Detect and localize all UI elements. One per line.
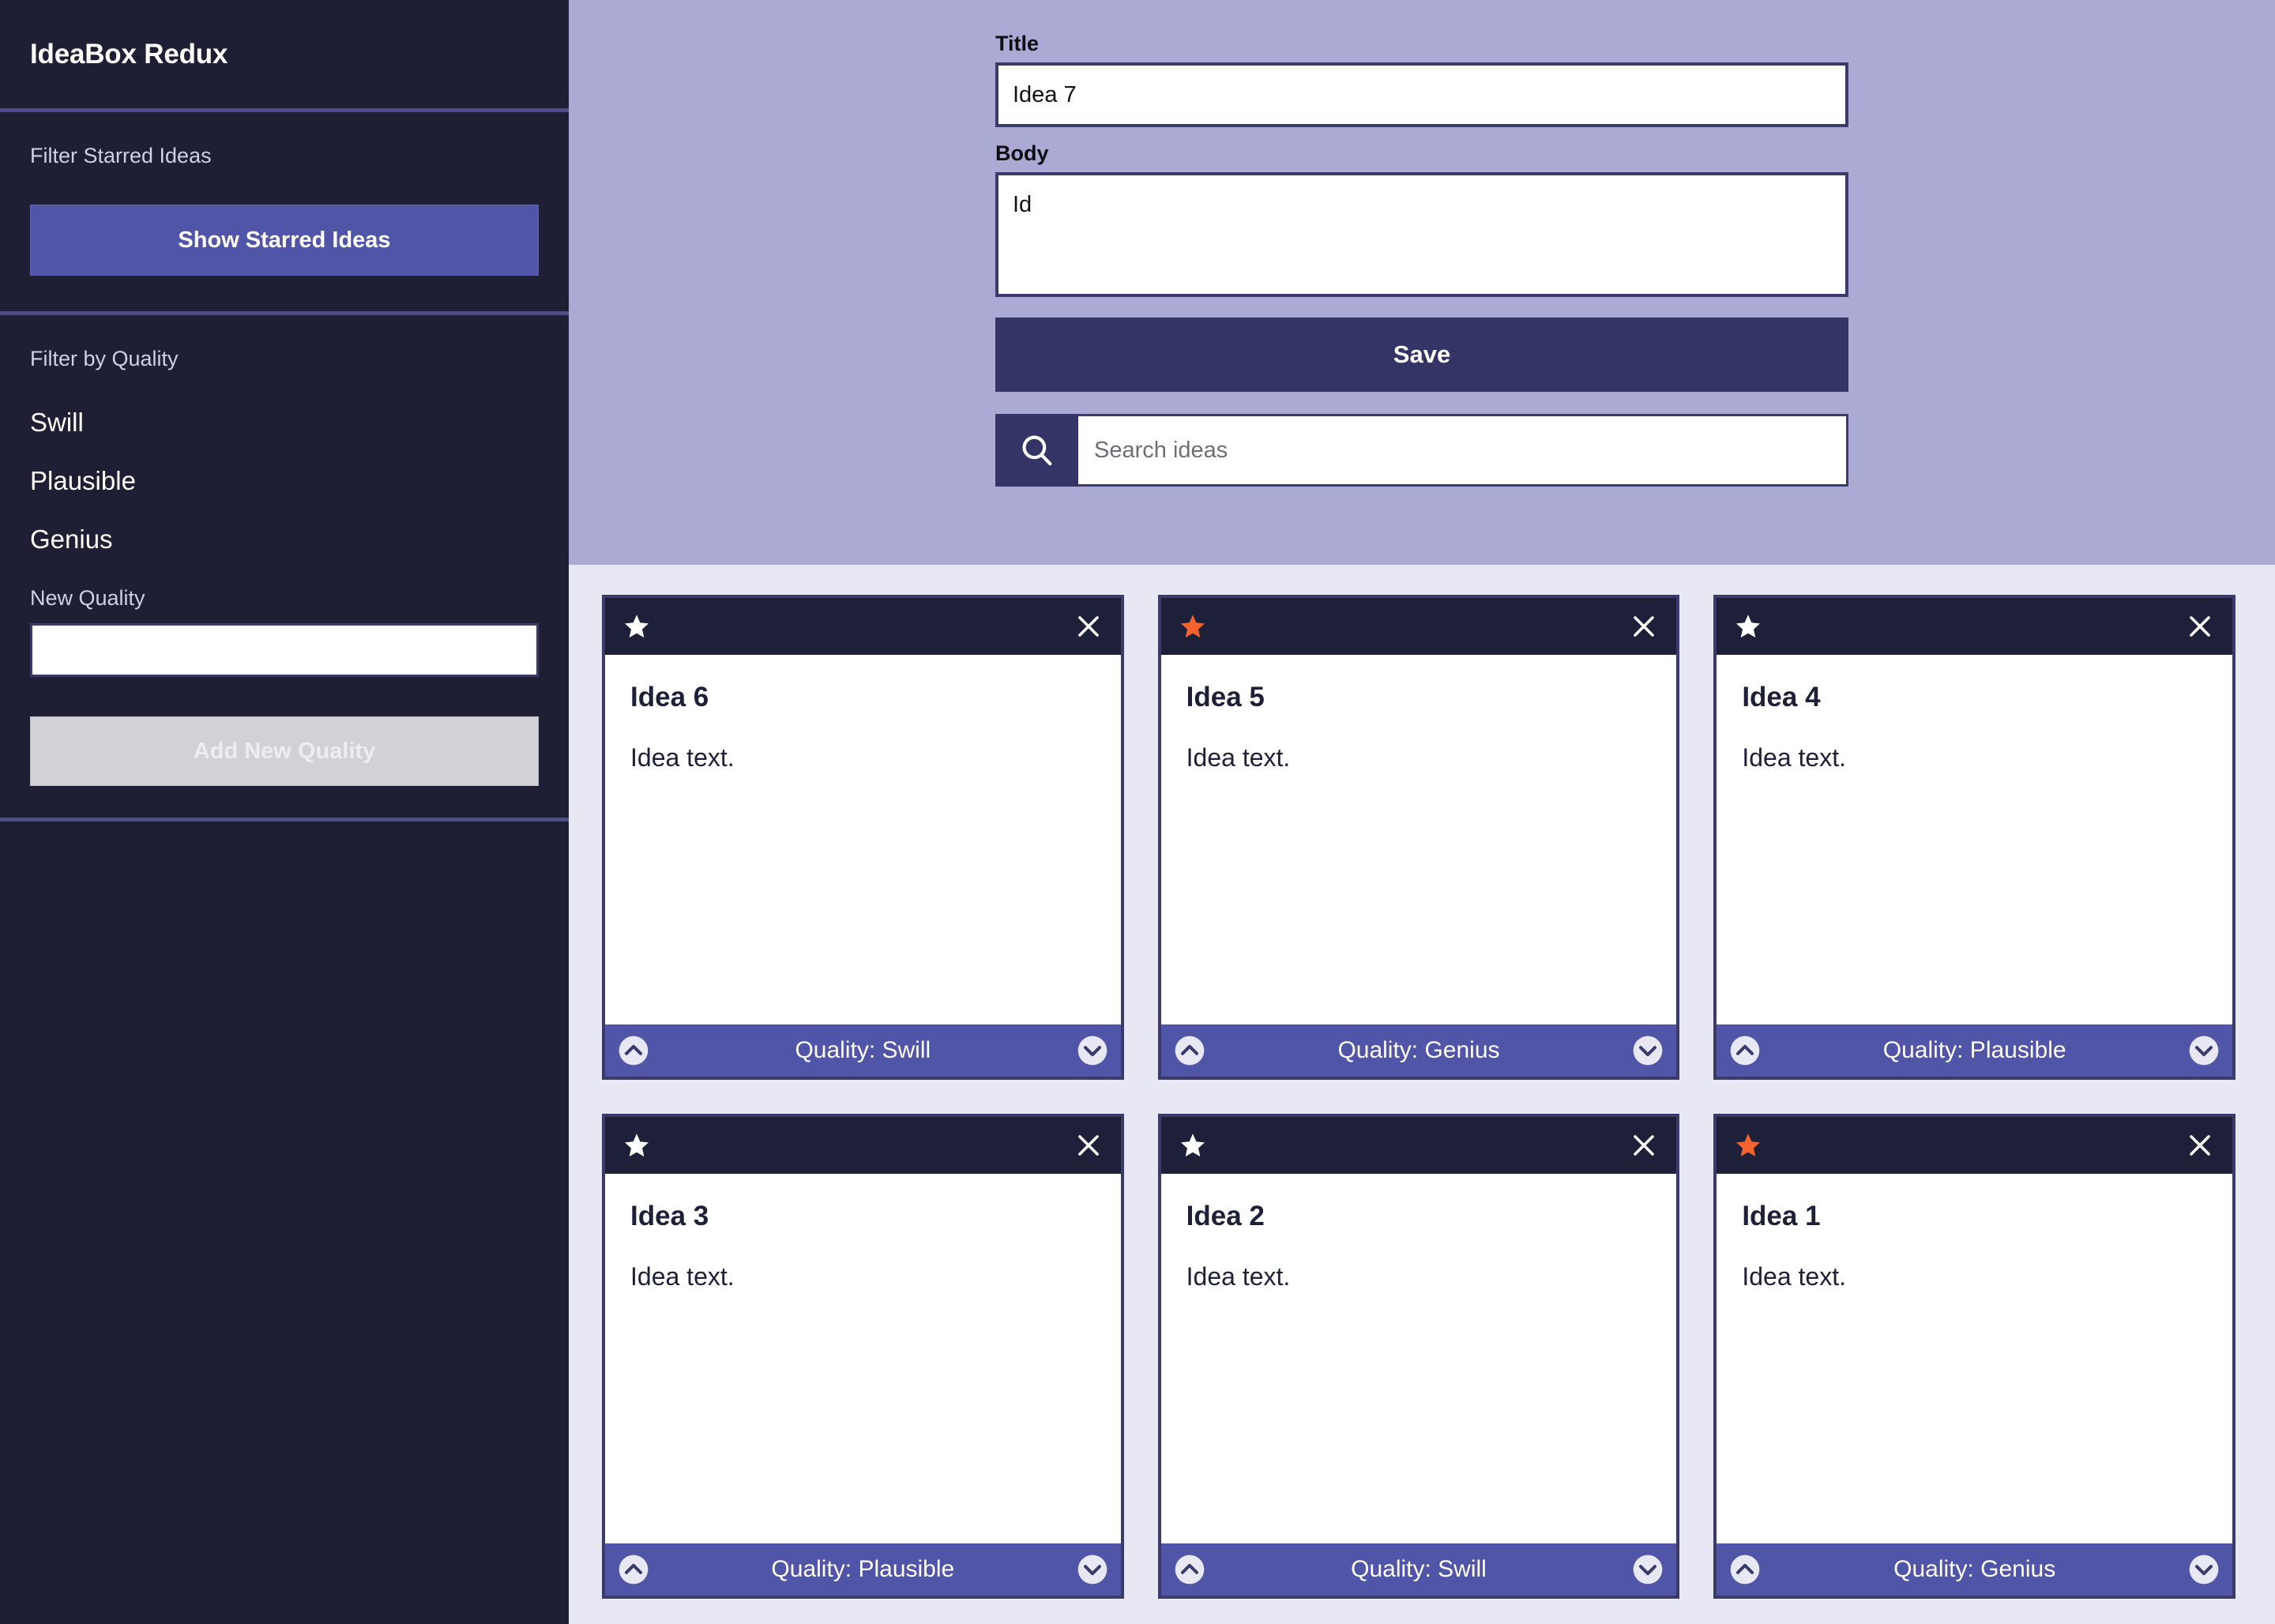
idea-quality-label: Quality: Genius (1893, 1556, 2056, 1582)
app-title: IdeaBox Redux (30, 38, 228, 70)
idea-card: Idea 4 Idea text. Quality: Plausible (1713, 595, 2236, 1080)
idea-text: Idea text. (630, 1262, 735, 1291)
idea-card-header (1717, 1117, 2232, 1174)
chevron-up-circle-icon[interactable] (1174, 1554, 1205, 1585)
idea-quality-label: Quality: Plausible (1882, 1037, 2066, 1063)
idea-quality-label: Quality: Plausible (771, 1556, 955, 1582)
idea-card-body: Idea 4 Idea text. (1717, 655, 2232, 1024)
idea-card: Idea 6 Idea text. Quality: Swill (602, 595, 1124, 1080)
idea-title: Idea 4 (1742, 682, 1821, 712)
idea-title: Idea 1 (1742, 1201, 1821, 1231)
main-region: Title Body Save (569, 0, 2275, 1624)
idea-card-body: Idea 5 Idea text. (1160, 655, 1677, 1024)
idea-card-header (605, 1117, 1121, 1174)
idea-title: Idea 2 (1186, 1201, 1265, 1231)
idea-card-footer: Quality: Plausible (1717, 1024, 2232, 1077)
quality-filter-list: Swill Plausible Genius (30, 393, 539, 569)
star-icon[interactable] (622, 612, 651, 641)
idea-form-panel: Title Body Save (569, 0, 2275, 565)
title-input[interactable] (995, 62, 1848, 127)
close-icon[interactable] (1629, 611, 1659, 641)
idea-card-footer: Quality: Swill (1160, 1543, 1677, 1596)
quality-filter-item-genius[interactable]: Genius (30, 510, 539, 569)
chevron-down-circle-icon[interactable] (1632, 1035, 1664, 1066)
new-quality-input[interactable] (30, 623, 539, 677)
idea-card-body: Idea 6 Idea text. (605, 655, 1121, 1024)
sidebar-section-starred: Filter Starred Ideas Show Starred Ideas (0, 112, 569, 315)
close-icon[interactable] (1074, 611, 1104, 641)
star-icon[interactable] (1734, 612, 1762, 641)
quality-filter-item-swill[interactable]: Swill (30, 393, 539, 452)
body-field-label: Body (995, 141, 1049, 165)
close-icon[interactable] (2185, 1130, 2215, 1160)
sidebar-empty-space (0, 821, 569, 1624)
idea-card-footer: Quality: Genius (1160, 1024, 1677, 1077)
star-icon[interactable] (1179, 1131, 1207, 1160)
idea-quality-label: Quality: Swill (795, 1037, 931, 1063)
chevron-down-circle-icon[interactable] (1077, 1554, 1108, 1585)
filter-starred-label: Filter Starred Ideas (30, 144, 212, 167)
idea-card: Idea 3 Idea text. Quality: Plausible (602, 1114, 1124, 1599)
sidebar-section-quality: Filter by Quality Swill Plausible Genius… (0, 315, 569, 821)
idea-form: Title Body Save (995, 0, 1848, 565)
idea-card-body: Idea 3 Idea text. (605, 1174, 1121, 1543)
chevron-up-circle-icon[interactable] (618, 1035, 649, 1066)
idea-text: Idea text. (630, 743, 735, 772)
idea-text: Idea text. (1186, 743, 1291, 772)
idea-card-footer: Quality: Swill (605, 1024, 1121, 1077)
chevron-down-circle-icon[interactable] (2188, 1554, 2220, 1585)
star-icon[interactable] (1179, 612, 1207, 641)
idea-card-header (1160, 598, 1677, 655)
idea-card-body: Idea 2 Idea text. (1160, 1174, 1677, 1543)
idea-text: Idea text. (1742, 1262, 1846, 1291)
add-new-quality-button[interactable]: Add New Quality (30, 716, 539, 786)
show-starred-ideas-button[interactable]: Show Starred Ideas (30, 205, 539, 276)
idea-card-footer: Quality: Plausible (605, 1543, 1121, 1596)
idea-card-header (1160, 1117, 1677, 1174)
close-icon[interactable] (1629, 1130, 1659, 1160)
idea-text: Idea text. (1186, 1262, 1291, 1291)
idea-title: Idea 3 (630, 1201, 709, 1231)
new-quality-label: New Quality (30, 586, 145, 610)
idea-card: Idea 5 Idea text. Quality: Genius (1157, 595, 1680, 1080)
chevron-up-circle-icon[interactable] (618, 1554, 649, 1585)
idea-card-header (1717, 598, 2232, 655)
idea-card-header (605, 598, 1121, 655)
star-icon[interactable] (622, 1131, 651, 1160)
chevron-up-circle-icon[interactable] (1729, 1035, 1761, 1066)
idea-card: Idea 2 Idea text. Quality: Swill (1157, 1114, 1680, 1599)
quality-filter-item-plausible[interactable]: Plausible (30, 452, 539, 510)
idea-title: Idea 5 (1186, 682, 1265, 712)
search-input[interactable] (1078, 414, 1848, 487)
ideas-grid: Idea 6 Idea text. Quality: Swill Idea 5 … (602, 595, 2236, 1599)
idea-text: Idea text. (1742, 743, 1846, 772)
idea-quality-label: Quality: Genius (1337, 1037, 1500, 1063)
ideas-grid-area: Idea 6 Idea text. Quality: Swill Idea 5 … (569, 565, 2275, 1624)
title-field-label: Title (995, 32, 1040, 55)
idea-quality-label: Quality: Swill (1351, 1556, 1487, 1582)
sidebar: IdeaBox Redux Filter Starred Ideas Show … (0, 0, 569, 1624)
close-icon[interactable] (1074, 1130, 1104, 1160)
search-icon[interactable] (995, 414, 1078, 487)
idea-card-body: Idea 1 Idea text. (1717, 1174, 2232, 1543)
idea-title: Idea 6 (630, 682, 709, 712)
idea-card-footer: Quality: Genius (1717, 1543, 2232, 1596)
chevron-up-circle-icon[interactable] (1174, 1035, 1205, 1066)
filter-by-quality-label: Filter by Quality (30, 347, 179, 370)
chevron-down-circle-icon[interactable] (2188, 1035, 2220, 1066)
app-root: IdeaBox Redux Filter Starred Ideas Show … (0, 0, 2275, 1624)
idea-card: Idea 1 Idea text. Quality: Genius (1713, 1114, 2236, 1599)
star-icon[interactable] (1734, 1131, 1762, 1160)
save-button[interactable]: Save (995, 318, 1848, 392)
close-icon[interactable] (2185, 611, 2215, 641)
app-brand: IdeaBox Redux (0, 0, 569, 112)
search-bar (995, 414, 1848, 487)
chevron-down-circle-icon[interactable] (1632, 1554, 1664, 1585)
body-input[interactable] (995, 172, 1848, 297)
chevron-up-circle-icon[interactable] (1729, 1554, 1761, 1585)
chevron-down-circle-icon[interactable] (1077, 1035, 1108, 1066)
